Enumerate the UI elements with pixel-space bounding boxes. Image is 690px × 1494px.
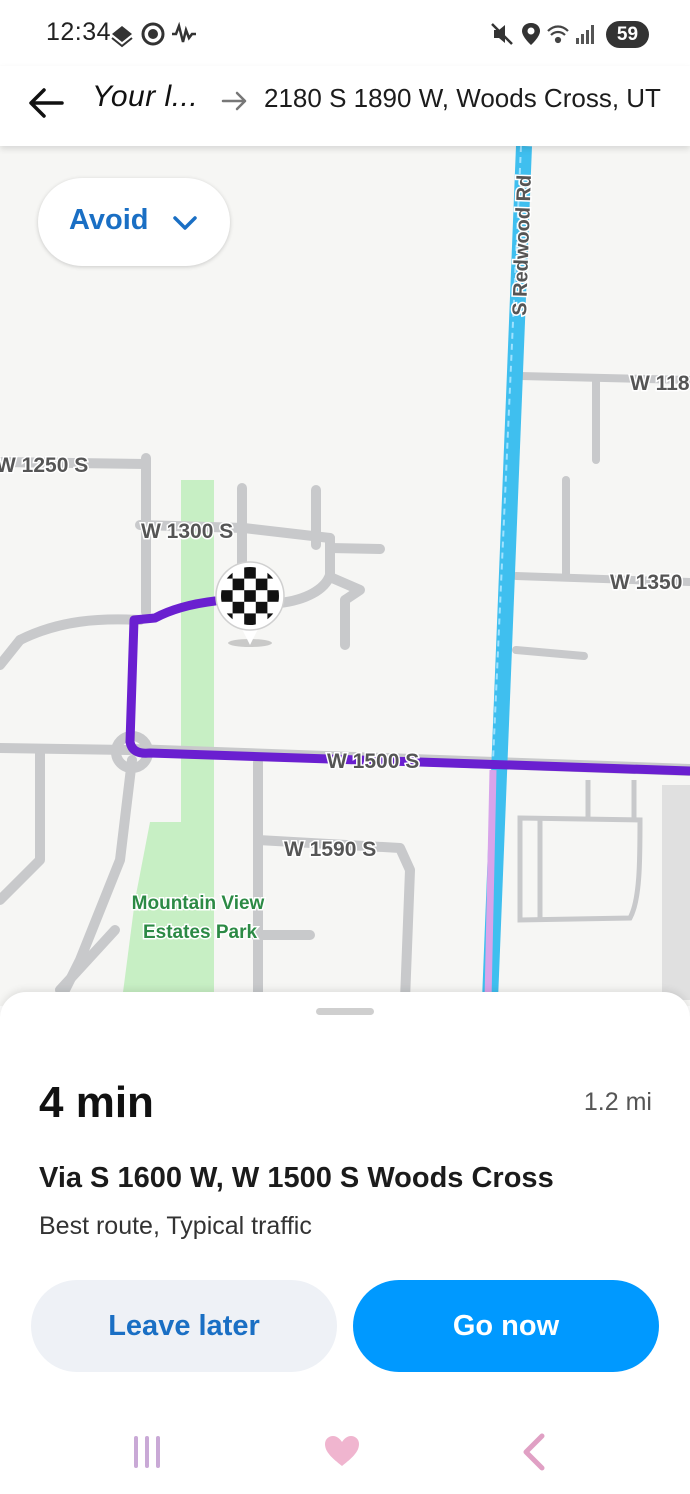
back-nav-icon[interactable]	[516, 1432, 552, 1472]
system-nav-bar	[0, 1410, 690, 1494]
back-button[interactable]	[22, 78, 72, 128]
avoid-button[interactable]: Avoid	[38, 178, 230, 266]
route-distance: 1.2 mi	[583, 1088, 652, 1116]
status-system-icons	[490, 20, 602, 55]
east-parking	[517, 780, 643, 923]
status-bar: 12:34 59	[0, 0, 690, 66]
park-label-line2: Estates Park	[143, 922, 258, 943]
route-description: Best route, Typical traffic	[39, 1212, 312, 1240]
label-redwood: S Redwood Rd	[509, 174, 536, 316]
activity-icon	[172, 21, 196, 43]
origin-field[interactable]: Your l...	[92, 80, 198, 114]
wifi-icon	[547, 25, 569, 44]
location-icon	[522, 23, 540, 45]
label-w1180: W 118	[630, 372, 690, 395]
arrow-left-icon	[29, 88, 64, 118]
eta-time: 4 min	[39, 1078, 154, 1127]
route-header: Your l... 2180 S 1890 W, Woods Cross, UT	[0, 66, 690, 146]
destination-field[interactable]: 2180 S 1890 W, Woods Cross, UT	[264, 83, 661, 114]
status-time: 12:34	[46, 18, 112, 46]
route-via-text: Via S 1600 W, W 1500 S Woods Cross	[39, 1162, 554, 1194]
app-root: 12:34 59 Your l... 2180 S 1890 W, Woods …	[0, 0, 690, 1494]
home-heart-icon[interactable]	[322, 1432, 362, 1472]
label-w1300: W 1300 S	[141, 520, 233, 543]
notification-stack-icon	[111, 26, 133, 48]
street-labels: S Redwood Rd W 1250 S W 1300 S W 118 W 1…	[0, 173, 690, 945]
east-streets	[512, 372, 690, 660]
label-w1250: W 1250 S	[0, 454, 88, 477]
chevron-down-icon	[173, 216, 197, 230]
park-label-line1: Mountain View	[132, 893, 265, 914]
map-canvas: S Redwood Rd W 1250 S W 1300 S W 118 W 1…	[0, 146, 690, 1005]
recent-apps-icon[interactable]	[130, 1432, 166, 1472]
leave-later-button[interactable]: Leave later	[31, 1280, 337, 1372]
battery-indicator: 59	[606, 21, 649, 48]
checkered-flag-pin-icon	[215, 561, 285, 647]
map-view[interactable]: S Redwood Rd W 1250 S W 1300 S W 118 W 1…	[0, 146, 690, 1006]
mute-icon	[491, 23, 513, 45]
avoid-label: Avoid	[69, 204, 149, 236]
label-w1500: W 1500 S	[327, 750, 419, 773]
go-now-button[interactable]: Go now	[353, 1280, 659, 1372]
signal-icon	[576, 25, 594, 44]
label-w1590: W 1590 S	[284, 838, 376, 861]
sheet-drag-handle[interactable]	[316, 1008, 374, 1015]
label-w1350: W 1350	[610, 571, 682, 594]
building-block	[662, 785, 690, 1000]
arrow-right-icon	[220, 86, 250, 121]
record-icon	[141, 22, 165, 46]
status-notification-icons	[110, 20, 200, 55]
destination-pin[interactable]	[213, 561, 287, 658]
